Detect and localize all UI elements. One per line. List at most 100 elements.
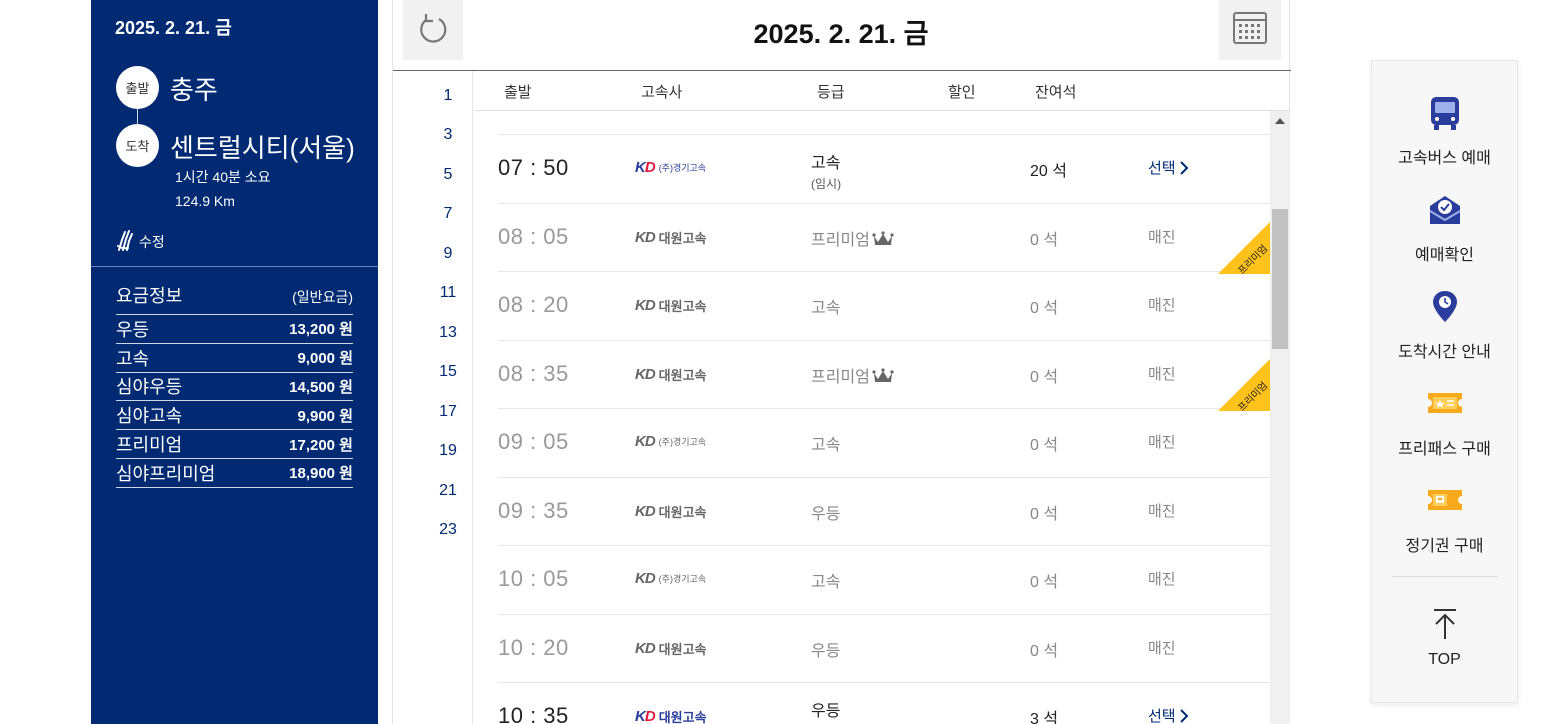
hour-link[interactable]: 23 [433,521,463,539]
bus-company-logo: KD 대원고속 [635,707,707,724]
bus-company-name: (주)경기고속 [658,163,707,173]
kd-k: K [635,708,646,724]
bus-grade: 고속 [811,574,841,591]
action-label: 매진 [1148,571,1176,588]
column-header-seats: 잔여석 [1035,84,1077,101]
scroll-up-arrow-icon[interactable] [1275,118,1285,124]
scroll-thumb[interactable] [1272,209,1288,349]
bus-company-name: 대원고속 [658,710,707,724]
edit-route-button[interactable]: 수정 [116,228,165,255]
bus-company-name: 대원고속 [658,504,707,520]
fare-price: 18,900 원 [289,465,353,483]
remaining-seats: 0 석 [1030,300,1059,317]
quick-arrival-time[interactable]: 도착시간 안내 [1372,288,1517,362]
kd-logo-mark: KD [635,502,656,520]
bus-company-logo: KD 대원고속 [635,639,707,658]
refresh-button[interactable] [403,0,463,60]
action-label: 매진 [1148,365,1176,383]
calendar-button[interactable] [1219,0,1281,60]
column-header-discount: 할인 [948,84,976,101]
grade-cell: 우등 [811,637,840,661]
bus-company-name: (주)경기고속 [658,574,707,584]
hour-link[interactable]: 11 [433,284,463,302]
bus-company-name: 대원고속 [658,299,707,314]
remaining-seats: 20 석 [1030,163,1067,180]
hour-jump-column: 1 3 5 7 9 11 13 15 17 19 21 23 [393,71,473,724]
column-header-depart: 출발 [504,84,532,101]
crown-icon [872,230,894,252]
hour-link[interactable]: 3 [433,126,463,144]
page: 2025. 2. 21. 금 출발 충주 도착 센트럴시티(서울) 1시간 40… [0,0,1565,724]
bus-company-logo: KD (주)경기고속 [635,433,706,450]
grade-cell: 고속 (임시) [811,149,841,192]
chevron-right-icon [1179,709,1189,724]
header-divider [393,70,1291,71]
location-pin-icon [1425,288,1465,328]
kd-logo-mark: KD [635,708,656,724]
kd-logo-mark: KD [635,228,656,246]
fare-header: 요금정보 (일반요금) [116,282,353,315]
fare-row: 우등 13,200 원 [116,315,353,344]
quick-season-ticket[interactable]: 정기권 구매 [1372,482,1517,556]
fare-price: 17,200 원 [289,436,353,454]
kd-d: D [644,159,656,176]
grade-cell: 고속 [811,431,840,455]
remaining-seats: 0 석 [1030,437,1059,454]
fare-grade: 고속 [116,348,150,369]
schedule-scrollbar[interactable] [1270,111,1290,724]
grade-cell: 고속 [811,294,840,318]
bus-grade: 고속 [811,155,841,172]
fare-grade: 프리미엄 [116,435,183,456]
hour-link[interactable]: 17 [433,403,463,421]
bus-grade: 우등 [811,703,841,720]
sold-out-label: 매진 [1148,431,1176,452]
travel-distance: 124.9 Km [175,193,235,209]
table-row[interactable]: 07 : 50 KD (주)경기고속 고속 (임시) 20 석 선택 [498,135,1270,204]
grade-cell: 고속 [811,568,840,592]
select-button[interactable]: 선택 [1148,705,1189,724]
table-row[interactable]: 10 : 35 KD 대원고속 우등 3 석 선택 [498,683,1270,724]
quick-item-label: 고속버스 예매 [1398,150,1491,167]
sidebar-divider [91,266,378,267]
grade-cell: 우등 [811,500,840,524]
bus-company-logo: KD (주)경기고속 [635,570,706,587]
quick-booking-check[interactable]: 예매확인 [1372,191,1517,265]
hour-link[interactable]: 21 [433,482,463,500]
fare-grade: 심야프리미엄 [116,463,216,484]
quick-bus-booking[interactable]: 고속버스 예매 [1372,94,1517,168]
hour-link[interactable]: 9 [433,245,463,263]
column-header-company: 고속사 [641,84,683,101]
scroll-top-button[interactable]: TOP [1372,607,1517,669]
sold-out-label: 매진 [1148,637,1176,658]
hour-link[interactable]: 19 [433,442,463,460]
hour-link[interactable]: 15 [433,363,463,381]
kd-k: K [635,159,646,176]
quick-item-label: 정기권 구매 [1405,538,1484,555]
bus-grade: 고속 [811,300,841,317]
remaining-seats: 0 석 [1030,505,1059,523]
bus-company-logo: KD 대원고속 [635,296,707,315]
hour-link[interactable]: 13 [433,324,463,342]
remaining-seats: 0 석 [1030,642,1059,660]
season-ticket-icon [1425,482,1465,522]
edit-hand-icon [116,228,136,255]
hour-link[interactable]: 1 [433,87,463,105]
quick-free-pass[interactable]: 프리패스 구매 [1372,385,1517,459]
select-button[interactable]: 선택 [1148,157,1189,179]
route-sidebar: 2025. 2. 21. 금 출발 충주 도착 센트럴시티(서울) 1시간 40… [91,0,378,724]
hour-link[interactable]: 5 [433,166,463,184]
departure-time: 09 : 05 [498,429,569,454]
bus-company-logo: KD (주)경기고속 [635,159,706,176]
bus-company-name: 대원고속 [658,230,707,246]
table-row: 09 : 35 KD 대원고속 우등 0 석 매진 [498,478,1270,546]
remaining-seats: 3 석 [1030,711,1059,724]
refresh-icon [417,11,449,50]
fare-title: 요금정보 [116,286,183,306]
table-row: 10 : 20 KD 대원고속 우등 0 석 매진 [498,615,1270,683]
action-label: 매진 [1148,502,1176,520]
kd-logo-mark: KD [635,159,656,176]
sold-out-label: 매진 [1148,363,1176,384]
fare-row: 고속 9,000 원 [116,344,353,373]
fare-price: 13,200 원 [289,321,353,339]
hour-link[interactable]: 7 [433,205,463,223]
